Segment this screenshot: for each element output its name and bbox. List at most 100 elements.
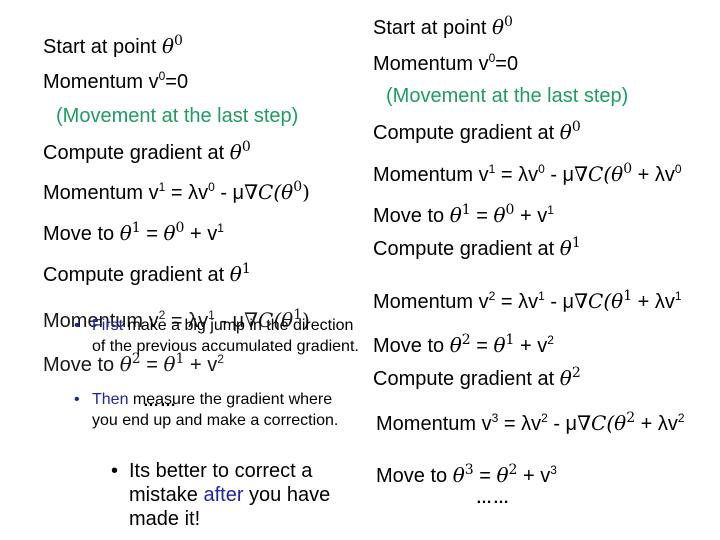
theta: θ [452,463,465,487]
superscript: 0 [293,179,303,195]
label: =0 [495,53,519,75]
label: + λv [632,164,675,186]
superscript: 2 [626,410,636,426]
right-momentum3-line: Momentum v3 = λv2 - μ∇C(θ2 + λv2 [376,410,685,437]
label: = λv [498,413,542,435]
right-momentum1-line: Momentum v1 = λv0 - μ∇C(θ0 + λv0 [373,161,682,188]
label: + v [184,354,218,376]
superscript: 2 [488,289,496,303]
right-momentum0-line: Momentum v0=0 [373,51,519,77]
right-compute0-line: Compute gradient at θ0 [373,119,581,146]
bullet-text: measure the gradient where you end up an… [92,391,339,429]
superscript: 3 [491,411,499,425]
superscript: 0 [175,220,185,236]
label: + v [517,465,551,487]
label: = λv [495,291,539,313]
label: + λv [635,413,678,435]
superscript: 1 [571,235,581,251]
label: Start at point [373,17,492,39]
theta: θ [491,15,505,39]
bullet-text: make a big jump in the direction of the … [92,317,359,355]
bullet-highlight: First [92,317,124,334]
right-ellipsis: …… [476,490,510,507]
label: - μ [544,291,575,313]
label: = [470,205,494,227]
right-compute2-line: Compute gradient at θ2 [373,365,581,392]
superscript: 2 [541,411,548,425]
superscript: 0 [538,162,545,176]
theta: θ [559,120,572,144]
label: + v [514,205,548,227]
label: Move to [373,205,450,227]
superscript: 0 [158,69,166,83]
label: Move to [43,354,120,376]
label: Momentum v [376,413,492,435]
right-start-line: Start at point θ0 [373,14,513,41]
label: Compute gradient at [43,264,230,286]
label: Momentum v [43,182,159,204]
superscript: 0 [571,119,581,135]
superscript: 0 [504,14,513,30]
superscript: 2 [461,332,471,348]
superscript: 0 [174,33,183,49]
superscript: 0 [241,139,251,155]
bullet-then: • Then measure the gradient where you end… [74,389,362,431]
label: Momentum v [373,53,489,75]
theta: θ [449,333,462,357]
theta: θ [493,333,506,357]
theta: θ [229,262,242,286]
right-compute1-line: Compute gradient at θ1 [373,235,581,262]
gradient-expr: ∇C(θ [244,180,294,204]
right-move3-line: Move to θ3 = θ2 + v3 [376,462,557,489]
label: Move to [376,465,453,487]
superscript: 1 [217,221,224,235]
superscript: 3 [464,462,474,478]
superscript: 1 [241,261,251,277]
label: = λv [495,164,539,186]
superscript: 0 [623,161,633,177]
left-compute0-line: Compute gradient at θ0 [43,139,251,166]
label: + v [514,335,548,357]
left-movement-note: (Movement at the last step) [56,105,299,127]
label: = [140,354,164,376]
bullet-first: • First make a big jump in the direction … [74,315,362,357]
right-movement-note: (Movement at the last step) [386,85,629,107]
label: = [470,335,494,357]
label: Compute gradient at [373,368,560,390]
label: Momentum v [43,71,159,93]
paren: ) [302,180,310,204]
left-move1-line: Move to θ1 = θ0 + v1 [43,220,224,247]
label: Compute gradient at [373,122,560,144]
superscript: 3 [550,463,557,477]
sub-bullet: • Its better to correct a mistake after y… [111,459,369,531]
superscript: 1 [538,289,545,303]
label: = [140,223,164,245]
superscript: 0 [488,51,496,65]
left-momentum1-line: Momentum v1 = λv0 - μ∇C(θ0) [43,179,310,206]
superscript: 1 [505,332,515,348]
label: = [473,465,497,487]
label: Compute gradient at [373,238,560,260]
superscript: 2 [508,462,518,478]
gradient-expr: ∇C(θ [577,411,627,435]
superscript: 2 [677,411,685,425]
label: Momentum v [373,291,489,313]
label: =0 [165,71,189,93]
gradient-expr: ∇C(θ [574,289,624,313]
label: - μ [547,413,578,435]
theta: θ [119,221,132,245]
right-move1-line: Move to θ1 = θ0 + v1 [373,202,554,229]
label: Move to [373,335,450,357]
right-move2-line: Move to θ2 = θ1 + v2 [373,332,554,359]
superscript: 1 [158,180,166,194]
label: + v [184,223,218,245]
gradient-expr: ∇C(θ [574,162,624,186]
superscript: 2 [547,333,554,347]
theta: θ [163,221,176,245]
left-compute1-line: Compute gradient at θ1 [43,261,251,288]
superscript: 2 [571,365,581,381]
label: - μ [214,182,245,204]
right-momentum2-line: Momentum v2 = λv1 - μ∇C(θ1 + λv1 [373,288,682,315]
bullet-icon: • [74,391,80,408]
theta: θ [161,34,175,58]
